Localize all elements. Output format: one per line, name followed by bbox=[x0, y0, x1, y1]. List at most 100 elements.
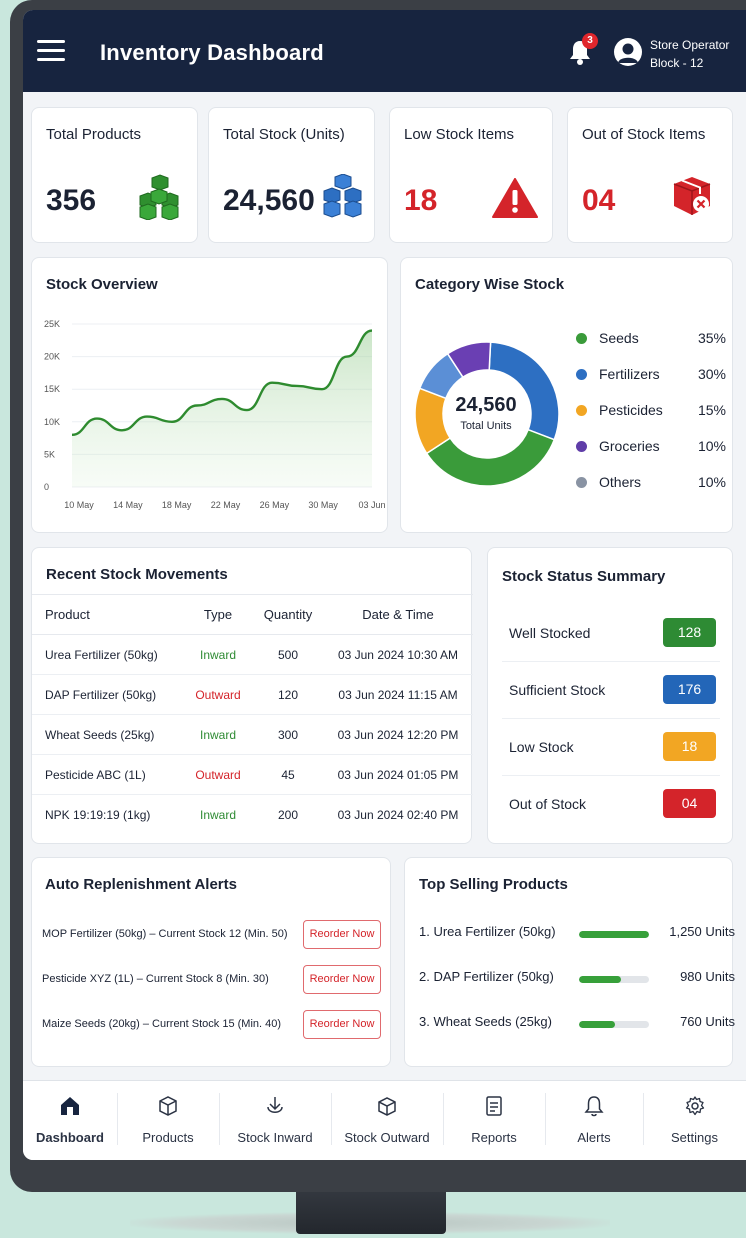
alert-text: MOP Fertilizer (50kg) – Current Stock 12… bbox=[42, 928, 288, 940]
cell-qty: 500 bbox=[253, 634, 323, 675]
status-row-sufficient[interactable]: Sufficient Stock 176 bbox=[502, 662, 720, 719]
cell-product: Pesticide ABC (1L) bbox=[32, 754, 183, 795]
reorder-now-button[interactable]: Reorder Now bbox=[303, 965, 381, 994]
blue-boxes-icon bbox=[323, 174, 362, 218]
hamburger-menu-icon[interactable] bbox=[37, 40, 65, 62]
legend-label: Fertilizers bbox=[599, 366, 660, 382]
legend-percent: 15% bbox=[697, 402, 726, 418]
notification-count-badge: 3 bbox=[582, 33, 598, 49]
kpi-value: 04 bbox=[582, 184, 616, 217]
cell-type: Inward bbox=[183, 634, 253, 675]
cell-qty: 120 bbox=[253, 674, 323, 715]
table-row[interactable]: DAP Fertilizer (50kg) Outward 120 03 Jun… bbox=[32, 674, 473, 715]
table-row[interactable]: Wheat Seeds (25kg) Inward 300 03 Jun 202… bbox=[32, 714, 473, 755]
col-header-quantity: Quantity bbox=[253, 594, 323, 635]
kpi-value: 24,560 bbox=[223, 184, 315, 217]
report-icon bbox=[486, 1096, 502, 1116]
cell-date: 03 Jun 2024 01:05 PM bbox=[323, 754, 473, 795]
status-badge: 18 bbox=[663, 732, 716, 761]
kpi-card-total-stock[interactable]: Total Stock (Units) 24,560 bbox=[208, 107, 375, 243]
nav-alerts[interactable]: Alerts bbox=[545, 1081, 643, 1160]
kpi-title: Total Stock (Units) bbox=[223, 126, 345, 143]
y-tick-label: 25K bbox=[44, 319, 60, 329]
nav-label: Products bbox=[142, 1130, 194, 1145]
status-row-low[interactable]: Low Stock 18 bbox=[502, 719, 720, 776]
app-title: Inventory Dashboard bbox=[100, 40, 324, 65]
legend-percent: 35% bbox=[697, 330, 726, 346]
cell-product: DAP Fertilizer (50kg) bbox=[32, 674, 183, 715]
alert-row: MOP Fertilizer (50kg) – Current Stock 12… bbox=[42, 920, 382, 950]
cell-type: Inward bbox=[183, 714, 253, 755]
legend-swatch bbox=[576, 441, 587, 452]
top-selling-row[interactable]: 2. DAP Fertilizer (50kg) 980 Units bbox=[419, 969, 735, 989]
product-name: 1. Urea Fertilizer (50kg) bbox=[419, 924, 556, 939]
kpi-value: 356 bbox=[46, 184, 97, 217]
legend-swatch bbox=[576, 369, 587, 380]
nav-products[interactable]: Products bbox=[117, 1081, 219, 1160]
legend-label: Seeds bbox=[599, 330, 639, 346]
top-selling-card: Top Selling Products 1. Urea Fertilizer … bbox=[404, 857, 735, 1067]
legend-item-fertilizers: Fertilizers 30% bbox=[576, 366, 726, 386]
status-summary-card: Stock Status Summary Well Stocked 128 Su… bbox=[487, 547, 733, 844]
sales-bar-fill bbox=[579, 976, 621, 983]
cell-type: Outward bbox=[183, 674, 253, 715]
kpi-card-low-stock[interactable]: Low Stock Items 18 bbox=[389, 107, 553, 243]
y-tick-label: 10K bbox=[44, 417, 60, 427]
nav-dashboard[interactable]: Dashboard bbox=[23, 1081, 117, 1160]
table-row[interactable]: Pesticide ABC (1L) Outward 45 03 Jun 202… bbox=[32, 754, 473, 795]
col-header-type: Type bbox=[183, 594, 253, 635]
product-name: 3. Wheat Seeds (25kg) bbox=[419, 1014, 552, 1029]
green-boxes-icon bbox=[139, 174, 179, 220]
donut-center-label: Total Units bbox=[460, 420, 512, 432]
nav-reports[interactable]: Reports bbox=[443, 1081, 545, 1160]
nav-stock-inward[interactable]: Stock Inward bbox=[219, 1081, 331, 1160]
cell-date: 03 Jun 2024 12:20 PM bbox=[323, 714, 473, 755]
status-label: Well Stocked bbox=[509, 625, 591, 641]
user-avatar[interactable] bbox=[614, 38, 642, 66]
legend-percent: 30% bbox=[697, 366, 726, 382]
kpi-title: Low Stock Items bbox=[404, 126, 515, 143]
reorder-now-button[interactable]: Reorder Now bbox=[303, 920, 381, 949]
reorder-now-button[interactable]: Reorder Now bbox=[303, 1010, 381, 1039]
sales-bar-track bbox=[579, 1021, 649, 1028]
card-title: Auto Replenishment Alerts bbox=[45, 876, 237, 893]
x-tick-label: 30 May bbox=[308, 500, 338, 510]
status-row-well-stocked[interactable]: Well Stocked 128 bbox=[502, 605, 720, 662]
status-label: Sufficient Stock bbox=[509, 682, 606, 698]
table-row[interactable]: NPK 19:19:19 (1kg) Inward 200 03 Jun 202… bbox=[32, 795, 473, 835]
movements-table: Product Type Quantity Date & Time Urea F… bbox=[32, 594, 473, 835]
top-selling-row[interactable]: 3. Wheat Seeds (25kg) 760 Units bbox=[419, 1014, 735, 1034]
top-selling-row[interactable]: 1. Urea Fertilizer (50kg) 1,250 Units bbox=[419, 924, 735, 944]
cell-date: 03 Jun 2024 11:15 AM bbox=[323, 674, 473, 715]
nav-label: Stock Inward bbox=[237, 1130, 313, 1145]
nav-label: Settings bbox=[671, 1130, 718, 1145]
nav-stock-outward[interactable]: Stock Outward bbox=[331, 1081, 443, 1160]
alert-text: Maize Seeds (20kg) – Current Stock 15 (M… bbox=[42, 1018, 282, 1030]
card-title: Category Wise Stock bbox=[415, 276, 565, 293]
alert-row: Pesticide XYZ (1L) – Current Stock 8 (Mi… bbox=[42, 965, 382, 995]
y-tick-label: 15K bbox=[44, 384, 60, 394]
cell-product: Urea Fertilizer (50kg) bbox=[32, 634, 183, 675]
legend-item-seeds: Seeds 35% bbox=[576, 330, 726, 350]
x-tick-label: 22 May bbox=[211, 500, 241, 510]
y-tick-label: 20K bbox=[44, 352, 60, 362]
nav-label: Reports bbox=[471, 1130, 517, 1145]
kpi-card-out-of-stock[interactable]: Out of Stock Items 04 bbox=[567, 107, 733, 243]
status-row-out[interactable]: Out of Stock 04 bbox=[502, 776, 720, 833]
box-icon bbox=[159, 1096, 177, 1116]
table-row[interactable]: Urea Fertilizer (50kg) Inward 500 03 Jun… bbox=[32, 634, 473, 675]
x-tick-label: 03 Jun bbox=[358, 500, 385, 510]
alert-text: Pesticide XYZ (1L) – Current Stock 8 (Mi… bbox=[42, 973, 269, 985]
nav-settings[interactable]: Settings bbox=[643, 1081, 746, 1160]
warning-icon bbox=[492, 178, 538, 218]
kpi-title: Out of Stock Items bbox=[582, 126, 706, 143]
kpi-card-total-products[interactable]: Total Products 356 bbox=[31, 107, 198, 243]
replenishment-alerts-card: Auto Replenishment Alerts MOP Fertilizer… bbox=[31, 857, 391, 1067]
user-block: Block - 12 bbox=[650, 56, 704, 70]
x-tick-label: 10 May bbox=[64, 500, 94, 510]
bottom-nav: Dashboard Products Stock Inward Stock Ou… bbox=[23, 1080, 746, 1160]
legend-label: Pesticides bbox=[599, 402, 663, 418]
cell-qty: 200 bbox=[277, 807, 299, 822]
x-tick-label: 18 May bbox=[162, 500, 192, 510]
status-badge: 176 bbox=[663, 675, 716, 704]
